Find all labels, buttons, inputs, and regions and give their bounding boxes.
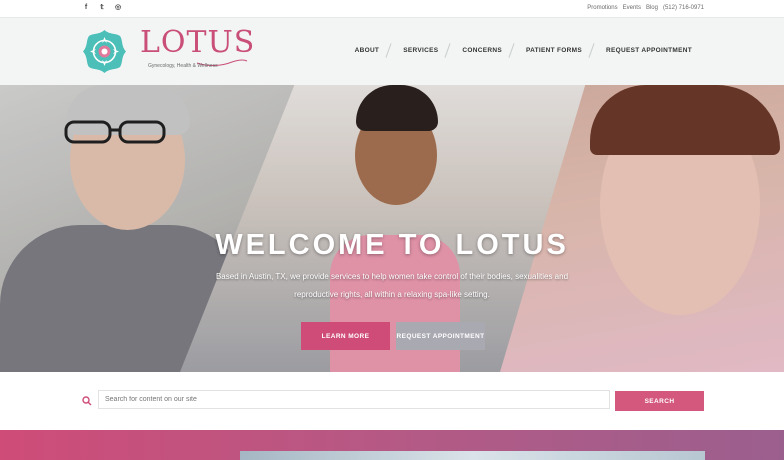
instagram-icon[interactable]: ◎ [114, 3, 122, 13]
phone-link[interactable]: (512) 716-0971 [663, 4, 704, 13]
nav-item-patient-forms[interactable]: PATIENT FORMS [514, 46, 594, 56]
hero-banner: WELCOME TO LOTUS Based in Austin, TX, we… [0, 85, 784, 372]
social-links: f 𝕥 ◎ [82, 3, 122, 13]
request-appointment-button[interactable]: REQUEST APPOINTMENT [396, 322, 485, 350]
search-icon [82, 396, 92, 406]
search-button[interactable]: SEARCH [615, 391, 704, 411]
nav-item-about[interactable]: ABOUT [343, 46, 392, 56]
search-input[interactable] [98, 390, 610, 409]
featured-image [240, 451, 705, 460]
nav-item-services[interactable]: SERVICES [391, 46, 450, 56]
blog-link[interactable]: Blog [646, 4, 658, 13]
events-link[interactable]: Events [623, 4, 641, 13]
top-utility-bar: f 𝕥 ◎ Promotions Events Blog (512) 716-0… [0, 0, 784, 17]
hero-subtitle: Based in Austin, TX, we provide services… [215, 272, 569, 299]
hero-title: WELCOME TO LOTUS [215, 229, 569, 261]
lotus-logo-icon[interactable] [82, 29, 127, 74]
nav-item-request-appointment[interactable]: REQUEST APPOINTMENT [594, 46, 704, 56]
brand-tagline: Gynecology, Health & Wellness [148, 63, 218, 69]
promotions-link[interactable]: Promotions [587, 4, 617, 13]
twitter-icon[interactable]: 𝕥 [98, 3, 106, 13]
nav-item-concerns[interactable]: CONCERNS [450, 46, 514, 56]
learn-more-button[interactable]: LEARN MORE [301, 322, 390, 350]
main-nav: ABOUT SERVICES CONCERNS PATIENT FORMS RE… [343, 46, 704, 56]
facebook-icon[interactable]: f [82, 3, 90, 13]
utility-links: Promotions Events Blog (512) 716-0971 [587, 4, 704, 13]
brand-name[interactable]: LOTUS [140, 26, 255, 60]
site-header: LOTUS Gynecology, Health & Wellness ABOU… [0, 17, 784, 85]
